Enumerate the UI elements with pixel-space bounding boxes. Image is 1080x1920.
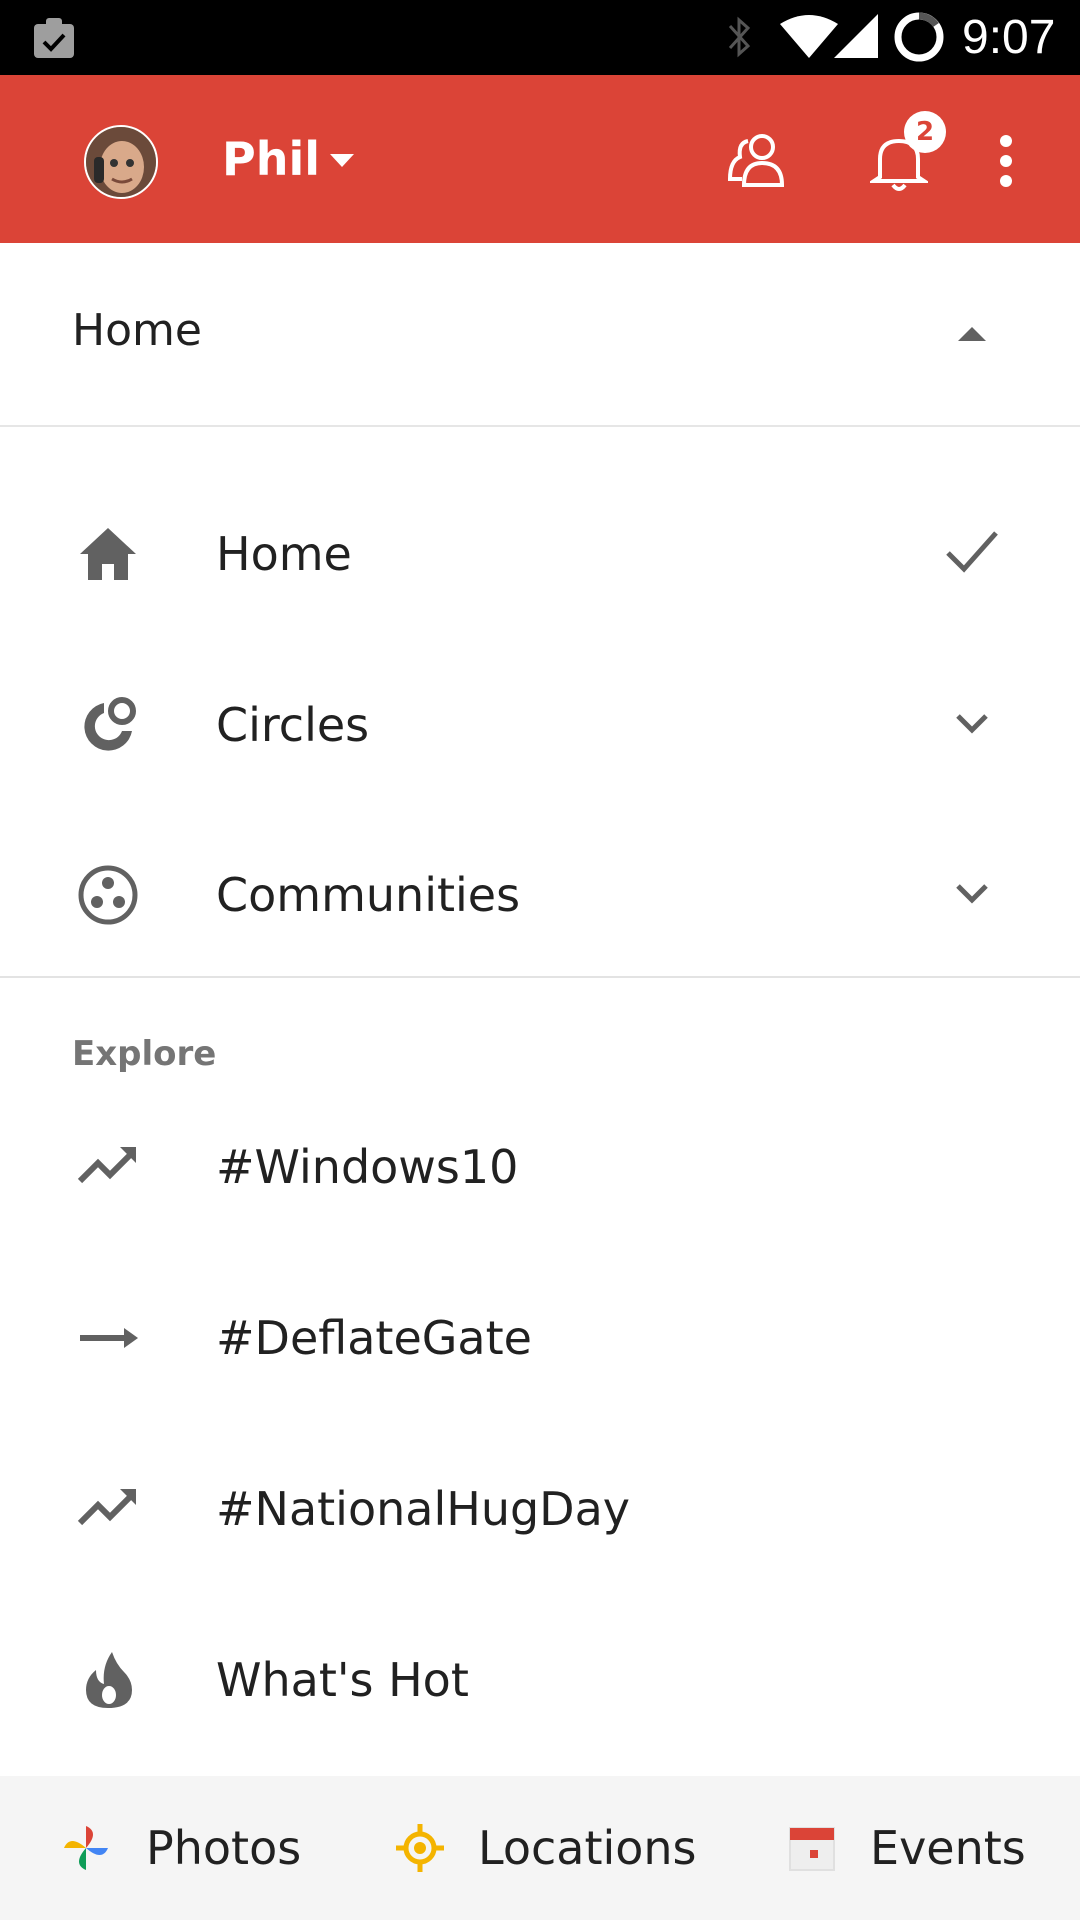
trending-up-icon xyxy=(77,1489,137,1526)
chevron-down-icon[interactable] xyxy=(944,698,1000,748)
caret-up-icon[interactable] xyxy=(956,325,988,343)
explore-item-label: What's Hot xyxy=(216,1653,469,1707)
photos-label: Photos xyxy=(146,1821,302,1875)
account-dropdown-icon[interactable] xyxy=(328,151,356,169)
explore-item-deflategate[interactable]: #DeflateGate xyxy=(0,1251,1080,1421)
explore-item-nationalhugday[interactable]: #NationalHugDay xyxy=(0,1422,1080,1592)
nav-item-home[interactable]: Home xyxy=(0,467,1080,637)
trending-flat-icon xyxy=(80,1328,138,1348)
explore-item-label: #DeflateGate xyxy=(216,1311,532,1365)
app-bar: Phil 2 xyxy=(0,75,1080,243)
events-label: Events xyxy=(870,1821,1026,1875)
locations-label: Locations xyxy=(478,1821,697,1875)
flame-icon xyxy=(86,1652,132,1708)
people-icon[interactable] xyxy=(724,127,788,191)
avatar[interactable] xyxy=(84,125,158,199)
battery-icon xyxy=(894,12,944,62)
nav-item-home-label: Home xyxy=(216,527,352,581)
status-bar: 9:07 xyxy=(0,0,1080,75)
explore-item-whats-hot[interactable]: What's Hot xyxy=(0,1593,1080,1763)
calendar-icon xyxy=(789,1827,835,1871)
wifi-icon xyxy=(780,15,838,58)
app-root: 9:07 Phil 2 Home Home Circles Communitie… xyxy=(0,0,1080,1920)
divider xyxy=(0,976,1080,978)
trending-up-icon xyxy=(77,1147,137,1184)
clipboard-check-icon xyxy=(34,18,74,58)
circles-icon xyxy=(84,697,136,751)
nav-item-communities[interactable]: Communities xyxy=(0,808,1080,978)
chevron-down-icon[interactable] xyxy=(944,868,1000,918)
explore-item-label: #Windows10 xyxy=(216,1140,519,1194)
locations-button[interactable]: Locations xyxy=(390,1776,710,1920)
check-icon xyxy=(946,531,998,573)
communities-icon xyxy=(78,865,138,925)
photos-button[interactable]: Photos xyxy=(56,1776,326,1920)
account-name[interactable]: Phil xyxy=(222,127,320,191)
explore-item-label: #NationalHugDay xyxy=(216,1482,630,1536)
nav-item-circles-label: Circles xyxy=(216,698,370,752)
events-button[interactable]: Events xyxy=(782,1776,1072,1920)
nav-item-communities-label: Communities xyxy=(216,868,521,922)
bottom-bar: Photos Locations Events xyxy=(0,1776,1080,1920)
explore-heading: Explore xyxy=(72,1034,217,1074)
stream-selector[interactable]: Home xyxy=(0,243,1080,427)
avatar-image xyxy=(86,127,156,197)
explore-item-windows10[interactable]: #Windows10 xyxy=(0,1080,1080,1250)
signal-icon xyxy=(834,14,878,58)
nav-item-circles[interactable]: Circles xyxy=(0,638,1080,808)
photos-pinwheel-icon xyxy=(64,1826,108,1870)
home-icon xyxy=(80,528,136,580)
more-vert-icon[interactable] xyxy=(994,131,1018,191)
stream-selector-title: Home xyxy=(72,305,202,356)
bluetooth-icon xyxy=(728,16,751,58)
notification-badge: 2 xyxy=(904,111,946,153)
location-target-icon xyxy=(396,1824,444,1872)
clock: 9:07 xyxy=(962,11,1056,64)
